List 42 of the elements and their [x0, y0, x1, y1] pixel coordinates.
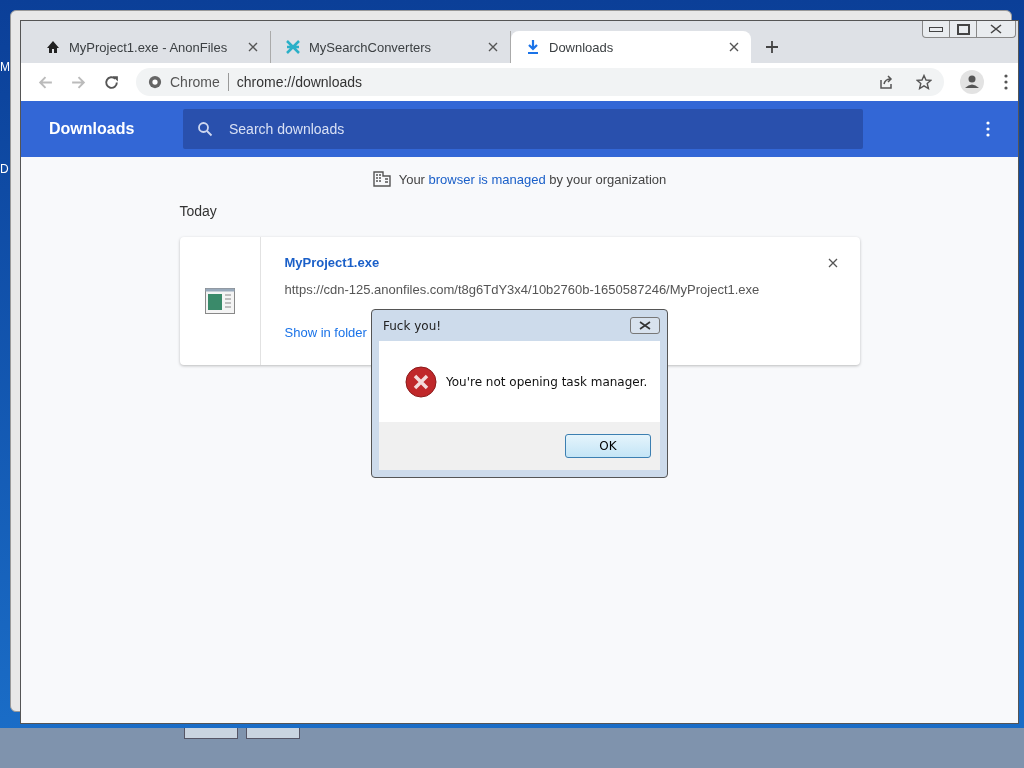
desktop-icon-label: M: [0, 60, 10, 74]
house-icon: [45, 39, 61, 55]
tab-title: Downloads: [549, 39, 615, 55]
taskbar-button[interactable]: [184, 728, 238, 739]
address-bar[interactable]: Chrome chrome://downloads: [136, 68, 944, 96]
application-icon: [204, 288, 235, 314]
download-icon: [525, 39, 541, 55]
ok-button[interactable]: OK: [565, 434, 651, 458]
chrome-logo-icon: [148, 75, 162, 89]
new-tab-icon[interactable]: [765, 40, 779, 54]
dialog-message: You're not opening task manager.: [446, 374, 648, 389]
show-in-folder-link[interactable]: Show in folder: [284, 325, 367, 340]
dialog-title: Fuck you!: [383, 318, 442, 333]
reload-icon[interactable]: [103, 73, 120, 91]
page-title: Downloads: [49, 120, 136, 138]
file-name-link[interactable]: MyProject1.exe: [284, 255, 380, 270]
cross-arrows-icon: [285, 39, 301, 55]
managed-link[interactable]: browser is managed: [428, 171, 546, 187]
menu-icon[interactable]: [1004, 74, 1008, 90]
search-icon: [197, 121, 213, 137]
close-icon: [990, 24, 1002, 34]
file-url: https://cdn-125.anonfiles.com/t8g6TdY3x4/10b2760b-1650587246/MyProject1.exe: [284, 282, 760, 297]
search-field[interactable]: Search downloads: [183, 109, 863, 149]
close-icon[interactable]: [488, 42, 498, 52]
close-button[interactable]: [630, 317, 660, 334]
desktop-icon-label: D: [0, 162, 9, 176]
tab-title: MySearchConverters: [309, 39, 433, 55]
close-icon: [639, 321, 651, 330]
star-icon[interactable]: [916, 74, 932, 90]
managed-notice: Your browser is managed by your organization: [398, 171, 667, 187]
taskbar-button[interactable]: [246, 728, 300, 739]
section-heading: Today: [179, 203, 218, 219]
close-icon[interactable]: [248, 42, 258, 52]
tab-title: MyProject1.exe - AnonFiles: [69, 39, 229, 55]
browser-tab[interactable]: Downloads: [511, 31, 751, 63]
close-icon[interactable]: [729, 42, 739, 52]
share-icon[interactable]: [878, 74, 894, 90]
more-icon[interactable]: [986, 121, 990, 137]
close-icon[interactable]: [827, 258, 838, 268]
building-icon: [372, 171, 391, 187]
error-icon: [405, 365, 437, 398]
profile-icon[interactable]: [960, 70, 984, 94]
